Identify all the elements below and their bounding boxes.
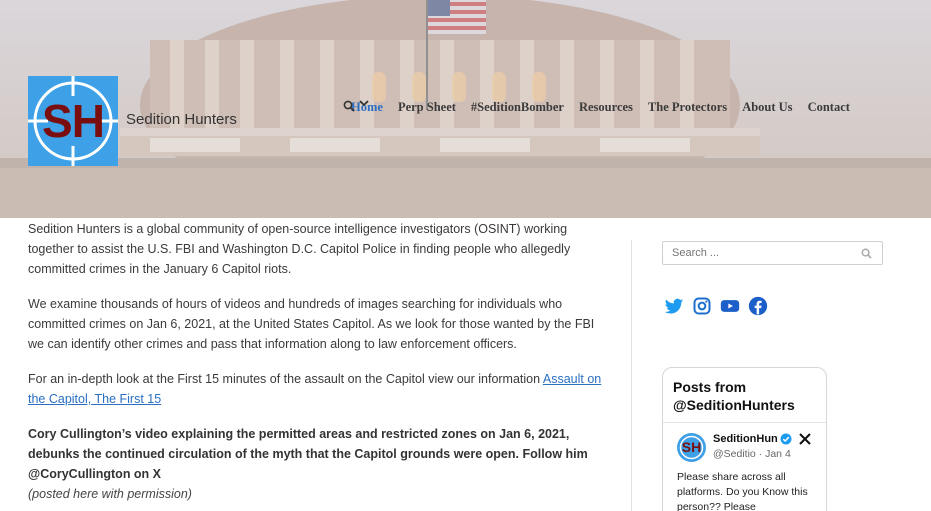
tweet-text: Please share across all platforms. Do yo…: [677, 471, 808, 511]
logo-text: SH: [42, 95, 105, 147]
intro-paragraph: Sedition Hunters is a global community o…: [28, 222, 571, 276]
sidebar-search: [662, 241, 883, 265]
cory-paragraph: Cory Cullington’s video explaining the p…: [28, 427, 588, 481]
sidebar-divider: [631, 240, 632, 511]
site-logo[interactable]: SH: [28, 76, 118, 166]
feed-title: Posts from @SeditionHunters: [663, 368, 826, 423]
nav-the-protectors[interactable]: The Protectors: [648, 100, 727, 115]
site-title[interactable]: Sedition Hunters: [126, 111, 237, 128]
twitter-feed-card: Posts from @SeditionHunters SH SeditionH…: [662, 367, 827, 511]
nav-resources[interactable]: Resources: [359, 100, 633, 115]
nav-perp-sheet[interactable]: Perp Sheet: [398, 100, 456, 115]
youtube-icon[interactable]: [720, 296, 740, 316]
chevron-down-icon: [359, 100, 369, 107]
tweet-handle: @Seditio · Jan 4: [713, 448, 791, 460]
nav-sedition-bomber[interactable]: #SeditionBomber: [471, 100, 564, 115]
avatar-text: SH: [681, 439, 702, 455]
facebook-icon[interactable]: [748, 296, 768, 316]
avatar[interactable]: SH: [677, 433, 706, 462]
permission-note: (posted here with permission): [28, 487, 192, 501]
nav-contact[interactable]: Contact: [808, 100, 850, 115]
first15-paragraph: For an in-depth look at the First 15 min…: [28, 369, 608, 409]
hero-banner: SH Sedition Hunters Home Perp Sheet #Sed…: [0, 0, 931, 218]
examine-paragraph: We examine thousands of hours of videos …: [28, 297, 595, 351]
search-icon[interactable]: [861, 248, 872, 259]
tweet-author-name[interactable]: SeditionHunters: [713, 433, 778, 445]
social-links: [664, 296, 768, 316]
verified-badge-icon: [780, 433, 792, 445]
instagram-icon[interactable]: [692, 296, 712, 316]
tweet[interactable]: SH SeditionHunters @Seditio · Jan 4 Plea…: [663, 423, 826, 511]
twitter-icon[interactable]: [664, 296, 684, 316]
nav-resources-label: Resources: [578, 100, 633, 114]
nav-about-us[interactable]: About Us: [742, 100, 792, 115]
first15-text: For an in-depth look at the First 15 min…: [28, 372, 543, 386]
main-content: Sedition Hunters is a global community o…: [28, 219, 608, 504]
x-logo-icon[interactable]: [798, 432, 812, 446]
main-nav: Home Perp Sheet #SeditionBomber Resource…: [343, 100, 865, 115]
search-icon[interactable]: [343, 100, 355, 112]
search-input[interactable]: [663, 242, 843, 264]
